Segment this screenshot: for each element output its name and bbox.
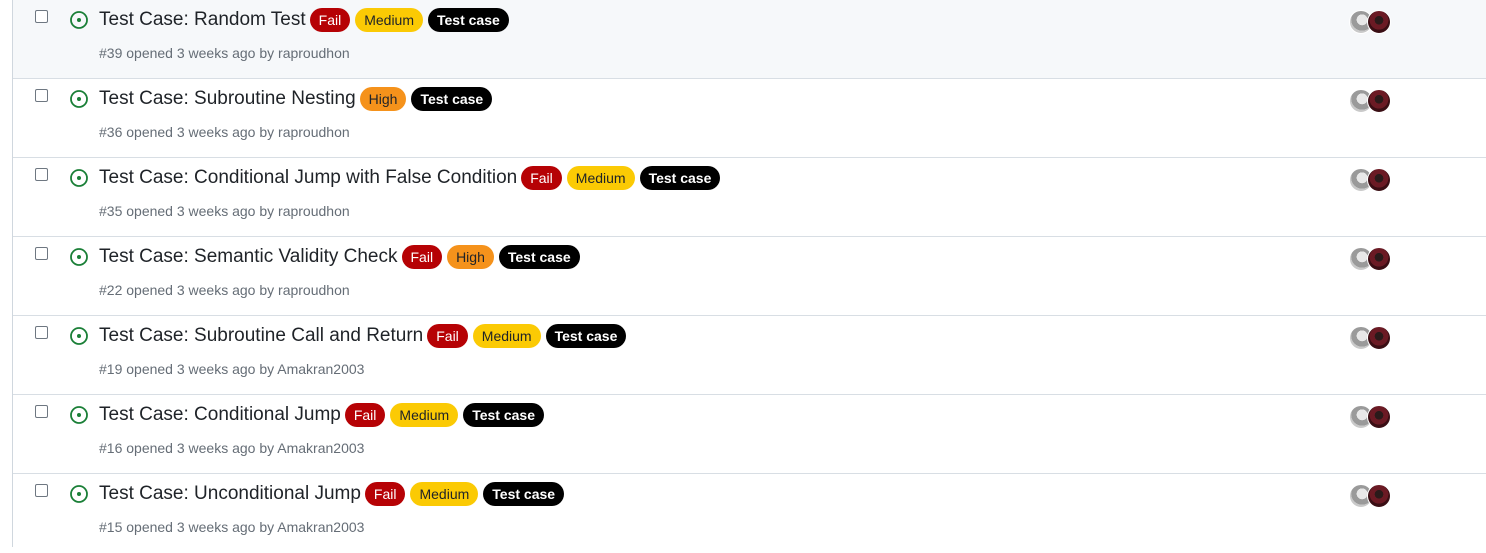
assignee-avatars[interactable] bbox=[1349, 405, 1395, 431]
issue-title-line: Test Case: Unconditional Jump Fail Medium T… bbox=[99, 481, 569, 507]
issue-author-link[interactable]: raproudhon bbox=[278, 203, 350, 219]
label-testcase[interactable]: Test case bbox=[411, 87, 493, 111]
avatar[interactable] bbox=[1367, 247, 1391, 271]
issue-row[interactable]: Test Case: Subroutine Call and Return Fai… bbox=[13, 316, 1486, 395]
label-medium[interactable]: Medium bbox=[472, 324, 541, 348]
issue-title-line: Test Case: Random Test Fail Medium Test cas… bbox=[99, 7, 514, 33]
issue-meta: #35 opened 3 weeks ago by raproudhon bbox=[99, 203, 350, 219]
label-high[interactable]: High bbox=[359, 87, 407, 111]
avatar[interactable] bbox=[1367, 10, 1391, 34]
issue-meta-text: #16 opened 3 weeks ago by bbox=[99, 440, 275, 456]
label-fail[interactable]: Fail bbox=[364, 482, 406, 506]
issue-select-checkbox[interactable] bbox=[35, 89, 48, 102]
issue-opened-icon bbox=[69, 405, 89, 425]
issue-title-link[interactable]: Test Case: Random Test bbox=[99, 7, 306, 33]
label-high[interactable]: High bbox=[447, 245, 494, 269]
issue-meta-text: #15 opened 3 weeks ago by bbox=[99, 519, 275, 535]
label-medium[interactable]: Medium bbox=[355, 8, 423, 32]
issue-row[interactable]: Test Case: Conditional Jump with False C… bbox=[13, 158, 1486, 237]
issue-title-link[interactable]: Test Case: Subroutine Nesting bbox=[99, 86, 356, 112]
issue-row[interactable]: Test Case: Conditional Jump Fail Medium Tes… bbox=[13, 395, 1486, 474]
issue-row[interactable]: Test Case: Unconditional Jump Fail Medium T… bbox=[13, 474, 1486, 553]
issue-meta: #15 opened 3 weeks ago by Amakran2003 bbox=[99, 519, 364, 535]
issue-meta: #36 opened 3 weeks ago by raproudhon bbox=[99, 124, 350, 140]
label-medium[interactable]: Medium bbox=[566, 166, 635, 190]
label-medium[interactable]: Medium bbox=[390, 403, 459, 427]
label-fail[interactable]: Fail bbox=[309, 8, 351, 32]
issue-select-checkbox[interactable] bbox=[35, 326, 48, 339]
issue-title-link[interactable]: Test Case: Subroutine Call and Return bbox=[99, 323, 423, 349]
issue-title-line: Test Case: Semantic Validity Check Fail Hi… bbox=[99, 244, 585, 270]
issue-opened-icon bbox=[69, 10, 89, 30]
issue-title-line: Test Case: Subroutine Call and Return Fai… bbox=[99, 323, 631, 349]
label-fail[interactable]: Fail bbox=[521, 166, 562, 190]
issue-author-link[interactable]: Amakran2003 bbox=[277, 519, 364, 535]
issue-meta: #39 opened 3 weeks ago by raproudhon bbox=[99, 45, 350, 61]
label-medium[interactable]: Medium bbox=[410, 482, 479, 506]
label-testcase[interactable]: Test case bbox=[463, 403, 544, 427]
issue-meta-text: #19 opened 3 weeks ago by bbox=[99, 361, 275, 377]
avatar[interactable] bbox=[1367, 405, 1391, 429]
issue-opened-icon bbox=[69, 484, 89, 504]
issue-title-link[interactable]: Test Case: Conditional Jump bbox=[99, 402, 341, 428]
issue-list: Test Case: Random Test Fail Medium Test cas… bbox=[12, 0, 1486, 553]
issue-row[interactable]: Test Case: Semantic Validity Check Fail Hi… bbox=[13, 237, 1486, 316]
issue-select-checkbox[interactable] bbox=[35, 168, 48, 181]
issue-select-checkbox[interactable] bbox=[35, 405, 48, 418]
issue-title-link[interactable]: Test Case: Conditional Jump with False C… bbox=[99, 165, 517, 191]
issue-select-checkbox[interactable] bbox=[35, 247, 48, 260]
label-testcase[interactable]: Test case bbox=[545, 324, 627, 348]
assignee-avatars[interactable] bbox=[1349, 10, 1395, 36]
label-testcase[interactable]: Test case bbox=[639, 166, 721, 190]
label-testcase[interactable]: Test case bbox=[428, 8, 509, 32]
issue-title-link[interactable]: Test Case: Unconditional Jump bbox=[99, 481, 361, 507]
issue-opened-icon bbox=[69, 326, 89, 346]
issue-opened-icon bbox=[69, 168, 89, 188]
avatar[interactable] bbox=[1367, 168, 1391, 192]
issue-meta: #16 opened 3 weeks ago by Amakran2003 bbox=[99, 440, 364, 456]
assignee-avatars[interactable] bbox=[1349, 89, 1395, 115]
issue-author-link[interactable]: raproudhon bbox=[278, 124, 350, 140]
avatar[interactable] bbox=[1367, 89, 1391, 113]
issue-opened-icon bbox=[69, 89, 89, 109]
assignee-avatars[interactable] bbox=[1349, 326, 1395, 352]
issue-meta-text: #39 opened 3 weeks ago by bbox=[99, 45, 275, 61]
issue-author-link[interactable]: Amakran2003 bbox=[277, 440, 364, 456]
issue-select-checkbox[interactable] bbox=[35, 10, 48, 23]
issue-meta-text: #22 opened 3 weeks ago by bbox=[99, 282, 275, 298]
label-testcase[interactable]: Test case bbox=[498, 245, 580, 269]
issue-title-line: Test Case: Conditional Jump with False C… bbox=[99, 165, 725, 191]
label-fail[interactable]: Fail bbox=[427, 324, 468, 348]
issue-opened-icon bbox=[69, 247, 89, 267]
issue-author-link[interactable]: raproudhon bbox=[278, 45, 350, 61]
label-fail[interactable]: Fail bbox=[344, 403, 386, 427]
issue-meta-text: #35 opened 3 weeks ago by bbox=[99, 203, 275, 219]
assignee-avatars[interactable] bbox=[1349, 168, 1395, 194]
issue-author-link[interactable]: raproudhon bbox=[278, 282, 350, 298]
avatar[interactable] bbox=[1367, 484, 1391, 508]
issue-meta: #22 opened 3 weeks ago by raproudhon bbox=[99, 282, 350, 298]
assignee-avatars[interactable] bbox=[1349, 484, 1395, 510]
assignee-avatars[interactable] bbox=[1349, 247, 1395, 273]
issue-title-line: Test Case: Conditional Jump Fail Medium Tes… bbox=[99, 402, 549, 428]
issue-select-checkbox[interactable] bbox=[35, 484, 48, 497]
issue-row[interactable]: Test Case: Random Test Fail Medium Test cas… bbox=[13, 0, 1486, 79]
avatar[interactable] bbox=[1367, 326, 1391, 350]
label-testcase[interactable]: Test case bbox=[483, 482, 565, 506]
issue-author-link[interactable]: Amakran2003 bbox=[277, 361, 364, 377]
label-fail[interactable]: Fail bbox=[401, 245, 443, 269]
issue-meta-text: #36 opened 3 weeks ago by bbox=[99, 124, 275, 140]
issue-meta: #19 opened 3 weeks ago by Amakran2003 bbox=[99, 361, 364, 377]
issue-title-line: Test Case: Subroutine Nesting High Test ca… bbox=[99, 86, 497, 112]
issue-title-link[interactable]: Test Case: Semantic Validity Check bbox=[99, 244, 398, 270]
issue-row[interactable]: Test Case: Subroutine Nesting High Test ca… bbox=[13, 79, 1486, 158]
